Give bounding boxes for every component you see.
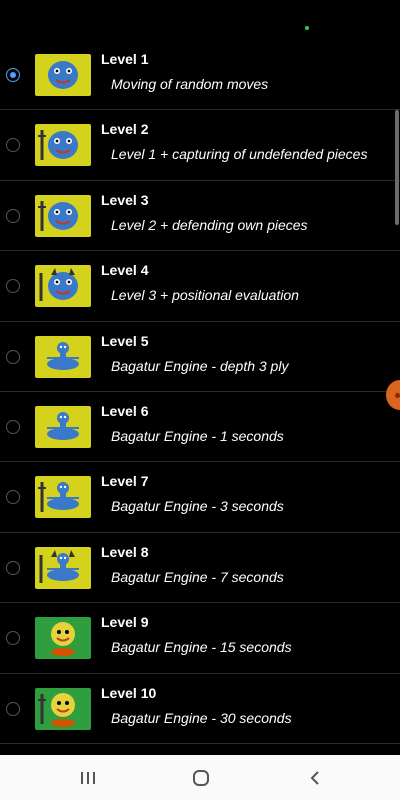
back-button[interactable] [295,765,335,791]
level-row[interactable]: Level 3 Level 2 + defending own pieces [0,181,400,252]
level-row[interactable]: Level 1 Moving of random moves [0,40,400,111]
blue-robot-icon [35,335,91,378]
navigation-bar [0,755,400,800]
level-row[interactable]: Level 8 Bagatur Engine - 7 seconds [0,533,400,604]
level-description: Level 3 + positional evaluation [111,287,299,304]
home-icon [193,770,209,786]
level-description: Bagatur Engine - 30 seconds [111,709,292,726]
level-description: Level 2 + defending own pieces [111,216,308,233]
home-button[interactable] [181,765,221,791]
level-description: Bagatur Engine - 1 seconds [111,427,284,444]
level-row[interactable]: Level 7 Bagatur Engine - 3 seconds [0,462,400,533]
blue-face-sword-icon [35,194,91,237]
level-title: Level 4 [101,262,149,279]
level-title: Level 7 [101,473,149,490]
level-row[interactable]: Level 2 Level 1 + capturing of undefended… [0,110,400,181]
recent-apps-button[interactable] [68,765,108,791]
level-radio[interactable] [6,208,20,223]
back-icon [310,771,319,785]
level-description: Bagatur Engine - 15 seconds [111,639,292,656]
level-radio[interactable] [6,138,20,153]
level-radio[interactable] [6,560,20,575]
blue-robot-icon [35,405,91,448]
level-radio[interactable] [6,490,20,505]
level-row[interactable]: Level 5 Bagatur Engine - depth 3 ply [0,322,400,392]
level-description: Moving of random moves [111,76,269,92]
level-row[interactable]: Level 4 Level 3 + positional evaluation [0,251,400,322]
level-description: Bagatur Engine - depth 3 ply [111,357,289,374]
blue-face-horns-icon [35,265,91,308]
yellow-face-icon [35,617,91,660]
level-description: Bagatur Engine - 3 seconds [111,498,284,515]
level-radio[interactable] [6,419,20,434]
level-title: Level 9 [101,614,149,631]
level-radio[interactable] [6,349,20,364]
level-title: Level 3 [101,191,149,208]
level-radio[interactable] [6,701,20,716]
level-description: Bagatur Engine - 7 seconds [111,568,284,585]
level-radio[interactable] [6,68,20,82]
level-row[interactable]: Level 9 Bagatur Engine - 15 seconds [0,603,400,674]
yellow-face-sword-icon [35,687,91,730]
scrollbar[interactable] [395,110,399,225]
recent-apps-icon [81,772,95,784]
level-row[interactable]: Level 10 Bagatur Engine - 30 seconds [0,674,400,744]
level-description: Level 1 + capturing of undefended pieces [111,146,368,163]
status-bar [0,0,400,40]
level-title: Level 6 [101,402,149,419]
level-title: Level 10 [101,684,157,701]
blue-face-icon [35,54,91,96]
level-row[interactable]: Level 6 Bagatur Engine - 1 seconds [0,392,400,463]
blue-robot-horns-icon [35,546,91,589]
level-title: Level 8 [101,543,149,560]
blue-face-sword-icon [35,124,91,167]
status-dot [305,26,309,30]
level-list: Level 1 Moving of random moves Level 2 Leve… [0,40,400,754]
level-radio[interactable] [6,631,20,646]
blue-robot-sword-icon [35,476,91,519]
level-title: Level 5 [101,332,149,349]
level-radio[interactable] [6,279,20,294]
level-title: Level 1 [101,51,149,67]
level-title: Level 2 [101,121,149,138]
